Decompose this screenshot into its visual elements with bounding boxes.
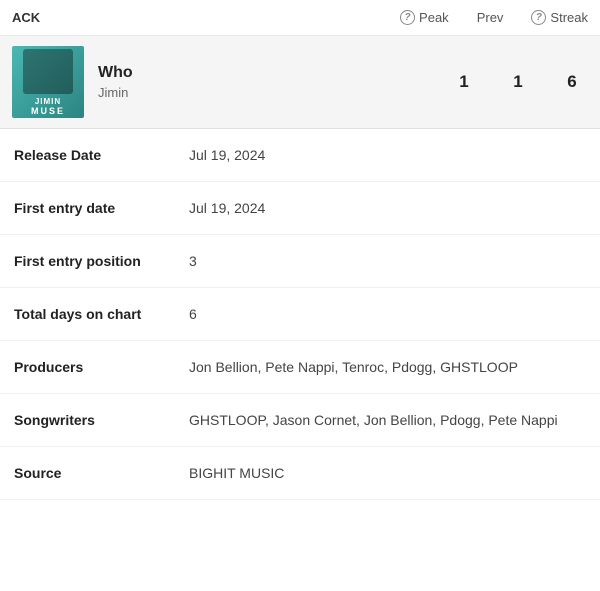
peak-help-icon[interactable]: ? bbox=[400, 10, 415, 25]
stat-peak: 1 bbox=[452, 72, 476, 92]
detail-label: Release Date bbox=[14, 147, 189, 163]
detail-value: GHSTLOOP, Jason Cornet, Jon Bellion, Pdo… bbox=[189, 412, 586, 428]
back-label[interactable]: ACK bbox=[12, 10, 40, 25]
track-title: Who bbox=[98, 64, 452, 82]
details-section: Release DateJul 19, 2024First entry date… bbox=[0, 129, 600, 500]
detail-label: Songwriters bbox=[14, 412, 189, 428]
detail-label: Total days on chart bbox=[14, 306, 189, 322]
detail-value: Jul 19, 2024 bbox=[189, 147, 586, 163]
streak-help-icon[interactable]: ? bbox=[531, 10, 546, 25]
streak-column-header: ? Streak bbox=[531, 10, 588, 25]
artwork-figure bbox=[23, 49, 73, 94]
detail-row: SongwritersGHSTLOOP, Jason Cornet, Jon B… bbox=[0, 394, 600, 447]
stat-prev: 1 bbox=[506, 72, 530, 92]
artwork-background: JIMIN MUSE bbox=[12, 46, 84, 118]
detail-label: First entry date bbox=[14, 200, 189, 216]
detail-label: Producers bbox=[14, 359, 189, 375]
detail-row: First entry position3 bbox=[0, 235, 600, 288]
detail-label: First entry position bbox=[14, 253, 189, 269]
stat-streak: 6 bbox=[560, 72, 584, 92]
detail-label: Source bbox=[14, 465, 189, 481]
artwork-artist-label: JIMIN bbox=[35, 97, 61, 106]
peak-column-header: ? Peak bbox=[400, 10, 449, 25]
detail-row: ProducersJon Bellion, Pete Nappi, Tenroc… bbox=[0, 341, 600, 394]
header-bar: ACK ? Peak Prev ? Streak bbox=[0, 0, 600, 36]
detail-value: 6 bbox=[189, 306, 586, 322]
artwork-album-label: MUSE bbox=[31, 106, 65, 116]
detail-value: BIGHIT MUSIC bbox=[189, 465, 586, 481]
detail-row: First entry dateJul 19, 2024 bbox=[0, 182, 600, 235]
detail-row: Total days on chart6 bbox=[0, 288, 600, 341]
track-stats: 1 1 6 bbox=[452, 72, 584, 92]
prev-column-header: Prev bbox=[477, 10, 504, 25]
track-card: JIMIN MUSE Who Jimin 1 1 6 bbox=[0, 36, 600, 129]
detail-value: 3 bbox=[189, 253, 586, 269]
detail-row: SourceBIGHIT MUSIC bbox=[0, 447, 600, 500]
track-info: Who Jimin bbox=[84, 64, 452, 100]
detail-value: Jul 19, 2024 bbox=[189, 200, 586, 216]
track-artist: Jimin bbox=[98, 85, 452, 100]
header-columns: ? Peak Prev ? Streak bbox=[400, 10, 588, 25]
detail-row: Release DateJul 19, 2024 bbox=[0, 129, 600, 182]
track-artwork: JIMIN MUSE bbox=[12, 46, 84, 118]
detail-value: Jon Bellion, Pete Nappi, Tenroc, Pdogg, … bbox=[189, 359, 586, 375]
